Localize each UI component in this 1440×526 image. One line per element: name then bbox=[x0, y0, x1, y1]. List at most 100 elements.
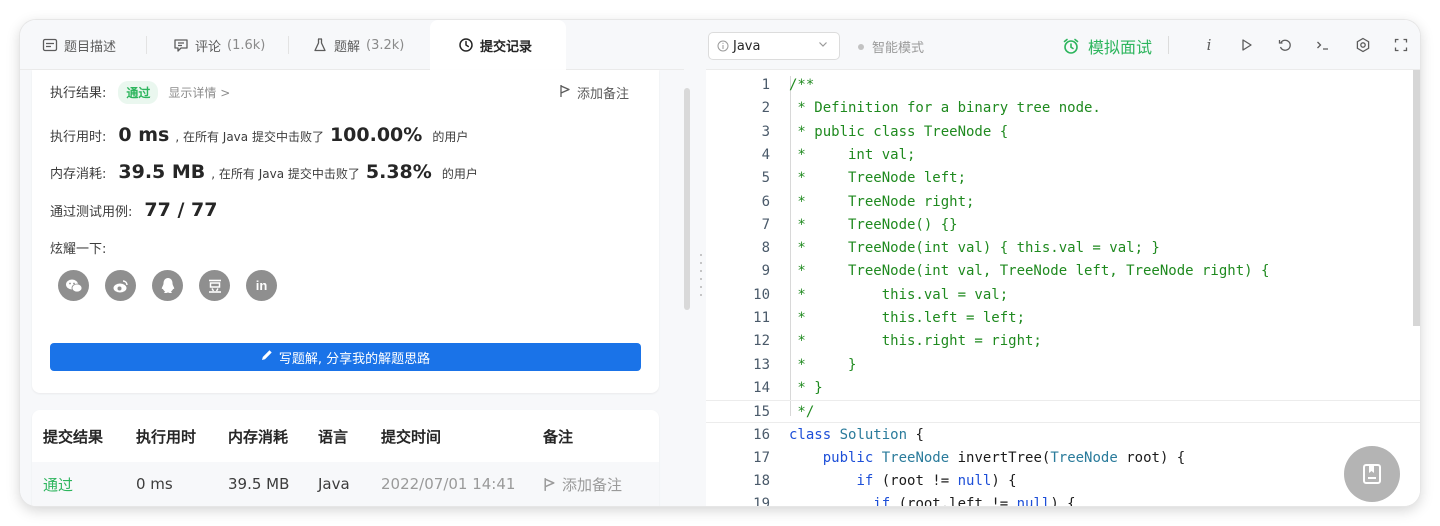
wechat-icon[interactable] bbox=[58, 270, 89, 301]
tab-label: 评论 bbox=[195, 39, 222, 55]
line-number: 9 bbox=[761, 263, 770, 280]
code-text: if (root != null) { bbox=[856, 473, 1017, 490]
runtime-value: 0 ms bbox=[118, 124, 170, 146]
solution-count: (3.2k) bbox=[366, 37, 405, 53]
mock-interview-label: 模拟面试 bbox=[1088, 38, 1153, 57]
code-text: */ bbox=[789, 404, 815, 421]
code-line[interactable]: 8 * TreeNode(int val) { this.val = val; … bbox=[706, 237, 1420, 260]
write-solution-button[interactable]: 写题解, 分享我的解题思路 bbox=[50, 343, 641, 371]
line-number: 15 bbox=[753, 404, 770, 421]
info-circle-icon bbox=[717, 40, 729, 52]
toolbar-divider bbox=[1168, 36, 1169, 54]
line-number: 1 bbox=[761, 77, 770, 93]
header-status: 提交结果 bbox=[43, 427, 104, 446]
code-text: * this.val = val; bbox=[789, 286, 1009, 303]
memory-value: 39.5 MB bbox=[118, 161, 206, 183]
line-number: 7 bbox=[761, 216, 770, 233]
tab-submissions[interactable]: 提交记录 bbox=[430, 20, 566, 70]
row-memory: 39.5 MB bbox=[228, 475, 290, 493]
settings-icon[interactable] bbox=[1352, 34, 1374, 56]
code-text: public TreeNode invertTree(TreeNode root… bbox=[822, 449, 1186, 466]
memory-percentile: 5.38% bbox=[365, 161, 432, 183]
line-number: 2 bbox=[761, 100, 770, 117]
add-note-button[interactable]: 添加备注 bbox=[559, 83, 629, 102]
line-number: 6 bbox=[761, 193, 770, 210]
fullscreen-icon[interactable] bbox=[1390, 34, 1412, 56]
code-text: * TreeNode(int val, TreeNode left, TreeN… bbox=[789, 263, 1270, 280]
tab-solutions[interactable]: 题解 (3.2k) bbox=[312, 20, 404, 70]
info-icon[interactable]: i bbox=[1198, 34, 1220, 56]
linkedin-icon[interactable]: in bbox=[246, 270, 277, 301]
line-number: 14 bbox=[753, 379, 770, 396]
code-line[interactable]: 11 * this.left = left; bbox=[706, 307, 1420, 330]
run-icon[interactable] bbox=[1236, 34, 1258, 56]
tab-divider bbox=[146, 36, 147, 54]
code-text: * } bbox=[789, 379, 823, 396]
write-solution-label: 写题解, 分享我的解题思路 bbox=[278, 351, 431, 367]
result-card: 执行结果: 通过 显示详情 > 添加备注 执行用时: 0 ms , 在所有 Ja… bbox=[32, 70, 659, 393]
app-window: 题目描述 评论 (1.6k) 题解 (3.2k) 提交记录 执行结果: 通过 显… bbox=[20, 20, 1420, 506]
code-line[interactable]: 13 * } bbox=[706, 354, 1420, 377]
show-details-link[interactable]: 显示详情 > bbox=[168, 84, 230, 101]
code-line[interactable]: 7 * TreeNode() {} bbox=[706, 214, 1420, 237]
code-editor[interactable]: 1 /** 2 * Definition for a binary tree nod… bbox=[706, 70, 1420, 506]
mode-dot-icon bbox=[858, 43, 864, 50]
douban-icon[interactable] bbox=[199, 270, 230, 301]
code-line[interactable]: 4 * int val; bbox=[706, 144, 1420, 167]
line-number: 12 bbox=[753, 333, 770, 350]
code-line[interactable]: 19 if (root.left != null) { bbox=[706, 493, 1420, 506]
share-label: 炫耀一下: bbox=[50, 242, 107, 257]
line-number: 4 bbox=[761, 146, 770, 163]
console-icon[interactable] bbox=[1312, 34, 1334, 56]
line-number: 5 bbox=[761, 170, 770, 187]
tab-description[interactable]: 题目描述 bbox=[42, 20, 116, 70]
code-line[interactable]: 9 * TreeNode(int val, TreeNode left, Tre… bbox=[706, 260, 1420, 283]
weibo-icon[interactable] bbox=[105, 270, 136, 301]
submissions-table: 提交结果 执行用时 内存消耗 语言 提交时间 备注 通过 0 ms 39.5 M… bbox=[32, 410, 659, 506]
notebook-button[interactable] bbox=[1344, 446, 1400, 502]
code-line[interactable]: 12 * this.right = right; bbox=[706, 330, 1420, 353]
row-add-note-button[interactable]: 添加备注 bbox=[543, 474, 622, 495]
code-line[interactable]: 15 */ bbox=[706, 400, 1420, 424]
line-number: 19 bbox=[753, 496, 770, 506]
code-text: * this.right = right; bbox=[789, 333, 1042, 350]
row-status[interactable]: 通过 bbox=[43, 474, 73, 495]
code-line[interactable]: 2 * Definition for a binary tree node. bbox=[706, 97, 1420, 120]
code-line[interactable]: 18 if (root != null) { bbox=[706, 470, 1420, 493]
code-line[interactable]: 10 * this.val = val; bbox=[706, 284, 1420, 307]
result-status-row: 执行结果: 通过 显示详情 > bbox=[50, 81, 230, 104]
code-line[interactable]: 16 class Solution { bbox=[706, 424, 1420, 447]
reset-icon[interactable] bbox=[1274, 34, 1296, 56]
line-number: 10 bbox=[753, 286, 770, 303]
code-line[interactable]: 5 * TreeNode left; bbox=[706, 167, 1420, 190]
code-line[interactable]: 1 /** bbox=[706, 74, 1420, 97]
mock-interview-button[interactable]: 模拟面试 bbox=[1062, 34, 1152, 58]
alarm-icon bbox=[1062, 37, 1080, 55]
pencil-icon bbox=[261, 349, 273, 365]
tests-row: 通过测试用例: 77 / 77 bbox=[50, 199, 217, 221]
panel-splitter[interactable] bbox=[696, 20, 706, 506]
tests-label: 通过测试用例: bbox=[50, 205, 133, 220]
line-number: 13 bbox=[753, 356, 770, 373]
editor-toolbar: Java 智能模式 模拟面试 i bbox=[706, 20, 1420, 70]
code-text: * TreeNode() {} bbox=[789, 216, 958, 233]
flag-icon bbox=[559, 84, 571, 102]
code-line[interactable]: 14 * } bbox=[706, 377, 1420, 400]
tab-comments[interactable]: 评论 (1.6k) bbox=[173, 20, 265, 70]
row-language: Java bbox=[318, 475, 350, 493]
language-select[interactable]: Java bbox=[708, 32, 840, 60]
code-text: * public class TreeNode { bbox=[789, 123, 1009, 140]
qq-icon[interactable] bbox=[152, 270, 183, 301]
runtime-row: 执行用时: 0 ms , 在所有 Java 提交中击败了 100.00% 的用户 bbox=[50, 124, 468, 146]
memory-suffix: 的用户 bbox=[441, 167, 478, 181]
flag-icon bbox=[544, 477, 555, 491]
left-scrollbar[interactable] bbox=[684, 88, 690, 310]
table-row[interactable]: 通过 0 ms 39.5 MB Java 2022/07/01 14:41 添加… bbox=[32, 462, 659, 506]
memory-text: , 在所有 Java 提交中击败了 bbox=[211, 167, 360, 181]
code-line[interactable]: 6 * TreeNode right; bbox=[706, 191, 1420, 214]
code-line[interactable]: 17 public TreeNode invertTree(TreeNode r… bbox=[706, 447, 1420, 470]
code-line[interactable]: 3 * public class TreeNode { bbox=[706, 121, 1420, 144]
result-label: 执行结果: bbox=[50, 86, 107, 101]
chevron-down-icon bbox=[817, 38, 829, 53]
smart-mode-toggle[interactable]: 智能模式 bbox=[858, 37, 924, 56]
